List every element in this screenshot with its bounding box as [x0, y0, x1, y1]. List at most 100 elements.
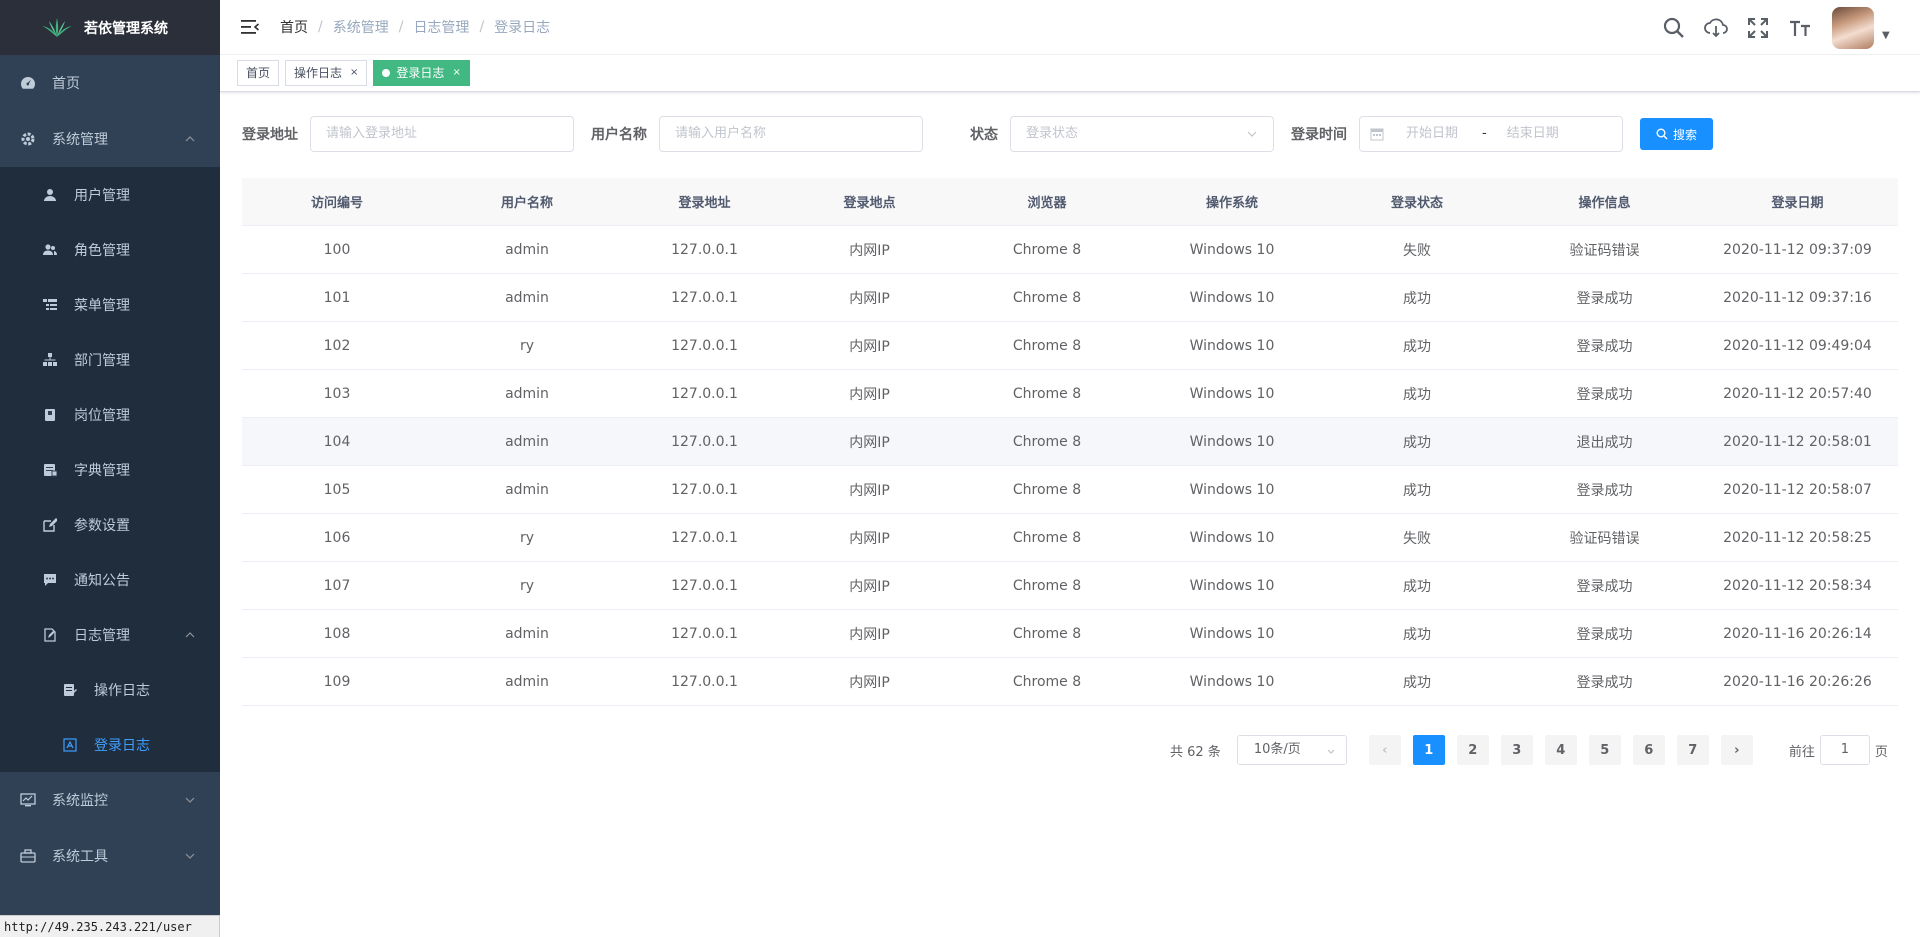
- table-row[interactable]: 104 admin 127.0.0.1 内网IP Chrome 8 Windows 10 成…: [242, 418, 1898, 466]
- table-cell: 登录成功: [1576, 674, 1633, 691]
- table-cell: 2020-11-12 20:58:07: [1723, 481, 1872, 498]
- tag-home[interactable]: 首页: [237, 60, 280, 86]
- table-cell: 成功: [1403, 482, 1431, 499]
- page-number-button[interactable]: 5: [1588, 735, 1621, 765]
- column-header: 登录地址: [678, 196, 731, 211]
- table-row[interactable]: 103 admin 127.0.0.1 内网IP Chrome 8 Windows 10 成…: [242, 370, 1898, 418]
- search-button[interactable]: 搜索: [1640, 118, 1714, 150]
- table-cell: Windows 10: [1189, 529, 1275, 546]
- table-cell: 内网IP: [849, 242, 890, 259]
- monitor-icon: [20, 792, 36, 808]
- sidebar-item-label: 部门管理: [74, 352, 130, 369]
- sidebar-item-monitor[interactable]: 系统监控: [0, 772, 220, 828]
- sidebar-item-tool[interactable]: 系统工具: [0, 828, 220, 884]
- sidebar-item-label: 岗位管理: [74, 407, 130, 424]
- table-cell: 内网IP: [849, 530, 890, 547]
- page-number-button[interactable]: 6: [1632, 735, 1665, 765]
- fullscreen-icon[interactable]: [1746, 16, 1770, 40]
- sidebar-item-post[interactable]: 岗位管理: [0, 387, 220, 442]
- tags-view: 首页 操作日志 × 登录日志 ×: [220, 55, 1920, 92]
- ipaddr-input[interactable]: 请输入登录地址: [310, 116, 574, 152]
- start-date-input[interactable]: 开始日期: [1406, 117, 1458, 151]
- table-cell: Chrome 8: [1012, 673, 1082, 690]
- page-number-button[interactable]: 4: [1544, 735, 1577, 765]
- page-number-button[interactable]: 2: [1456, 735, 1489, 765]
- tag-operlog[interactable]: 操作日志 ×: [285, 60, 368, 86]
- table-cell: Windows 10: [1189, 433, 1275, 450]
- sidebar-item-user[interactable]: 用户管理: [0, 167, 220, 222]
- username-label: 用户名称: [591, 127, 647, 143]
- breadcrumb-item[interactable]: 首页: [280, 17, 308, 37]
- message-icon: [42, 572, 58, 588]
- sidebar-item-config[interactable]: 参数设置: [0, 497, 220, 552]
- table-row[interactable]: 106 ry 127.0.0.1 内网IP Chrome 8 Windows 10 失败 验证…: [242, 514, 1898, 562]
- status-select[interactable]: 登录状态: [1010, 116, 1274, 152]
- date-range-picker[interactable]: 开始日期 - 结束日期: [1359, 116, 1623, 152]
- close-icon[interactable]: ×: [350, 61, 358, 85]
- table-row[interactable]: 100 admin 127.0.0.1 内网IP Chrome 8 Windows 10 失…: [242, 226, 1898, 274]
- hamburger-icon[interactable]: [240, 17, 260, 37]
- table-cell: 内网IP: [849, 482, 890, 499]
- sidebar-item-role[interactable]: 角色管理: [0, 222, 220, 277]
- sidebar-item-logininfor[interactable]: 登录日志: [0, 717, 220, 772]
- dict-icon: [42, 462, 58, 478]
- submenu-system: 用户管理 角色管理 菜单管理 部门管理 岗位管理 字典管理 参数设置 通知公告: [0, 167, 220, 772]
- table-cell: 2020-11-12 20:58:34: [1723, 577, 1872, 594]
- sidebar-item-system[interactable]: 系统管理: [0, 111, 220, 167]
- table-row[interactable]: 107 ry 127.0.0.1 内网IP Chrome 8 Windows 10 成功 登录…: [242, 562, 1898, 610]
- search-icon[interactable]: [1662, 16, 1686, 40]
- cloud-download-icon[interactable]: [1704, 16, 1728, 40]
- sidebar-item-dict[interactable]: 字典管理: [0, 442, 220, 497]
- sidebar-item-log[interactable]: 日志管理: [0, 607, 220, 662]
- tag-label: 登录日志: [396, 66, 445, 80]
- page-size-select[interactable]: 10条/页: [1236, 735, 1347, 765]
- sidebar-item-notice[interactable]: 通知公告: [0, 552, 220, 607]
- table-cell: 退出成功: [1576, 434, 1633, 451]
- sidebar-item-home[interactable]: 首页: [0, 55, 220, 111]
- page-number-button[interactable]: 1: [1412, 735, 1445, 765]
- table-cell: 2020-11-12 20:57:40: [1723, 385, 1872, 402]
- logo[interactable]: 若依管理系统: [0, 0, 220, 55]
- table-cell: 2020-11-16 20:26:14: [1723, 625, 1872, 642]
- next-page-button[interactable]: ›: [1720, 735, 1753, 765]
- page-number-button[interactable]: 7: [1676, 735, 1709, 765]
- table-cell: 内网IP: [849, 434, 890, 451]
- table-cell: 105: [323, 481, 351, 498]
- date-separator: -: [1482, 126, 1487, 141]
- search-button-label: 搜索: [1673, 127, 1698, 142]
- table-cell: 2020-11-12 20:58:25: [1723, 529, 1872, 546]
- page-number-button[interactable]: 3: [1500, 735, 1533, 765]
- app-title: 若依管理系统: [84, 20, 168, 37]
- table-cell: 登录成功: [1576, 482, 1633, 499]
- table-cell: 2020-11-12 09:49:04: [1723, 337, 1872, 354]
- table-row[interactable]: 105 admin 127.0.0.1 内网IP Chrome 8 Windows 10 成…: [242, 466, 1898, 514]
- username-input[interactable]: 请输入用户名称: [659, 116, 923, 152]
- close-icon[interactable]: ×: [452, 61, 460, 85]
- sidebar-item-menu[interactable]: 菜单管理: [0, 277, 220, 332]
- column-header: 浏览器: [1027, 196, 1067, 211]
- font-size-icon[interactable]: [1788, 16, 1812, 40]
- avatar[interactable]: [1832, 6, 1874, 49]
- sidebar-item-label: 系统工具: [52, 849, 108, 865]
- table-cell: Windows 10: [1189, 625, 1275, 642]
- tag-label: 首页: [246, 66, 271, 80]
- table-cell: ry: [519, 529, 535, 546]
- table-cell: Windows 10: [1189, 385, 1275, 402]
- sidebar-item-dept[interactable]: 部门管理: [0, 332, 220, 387]
- table-cell: 108: [323, 625, 351, 642]
- table-row[interactable]: 108 admin 127.0.0.1 内网IP Chrome 8 Windows 10 成…: [242, 610, 1898, 658]
- chevron-up-icon: [185, 631, 195, 637]
- sidebar-item-label: 日志管理: [74, 627, 130, 644]
- goto-page-input[interactable]: 1: [1819, 735, 1870, 765]
- prev-page-button[interactable]: ‹: [1368, 735, 1401, 765]
- caret-down-icon[interactable]: ▼: [1882, 30, 1890, 41]
- table-row[interactable]: 101 admin 127.0.0.1 内网IP Chrome 8 Windows 10 成…: [242, 274, 1898, 322]
- table-cell: 127.0.0.1: [671, 625, 738, 642]
- table-row[interactable]: 109 admin 127.0.0.1 内网IP Chrome 8 Windows 10 成…: [242, 658, 1898, 706]
- table-cell: Chrome 8: [1012, 289, 1082, 306]
- sidebar-item-operlog[interactable]: 操作日志: [0, 662, 220, 717]
- table-row[interactable]: 102 ry 127.0.0.1 内网IP Chrome 8 Windows 10 成功 登录…: [242, 322, 1898, 370]
- end-date-input[interactable]: 结束日期: [1507, 117, 1559, 151]
- tag-logininfor[interactable]: 登录日志 ×: [373, 60, 470, 86]
- table-cell: 成功: [1403, 386, 1431, 403]
